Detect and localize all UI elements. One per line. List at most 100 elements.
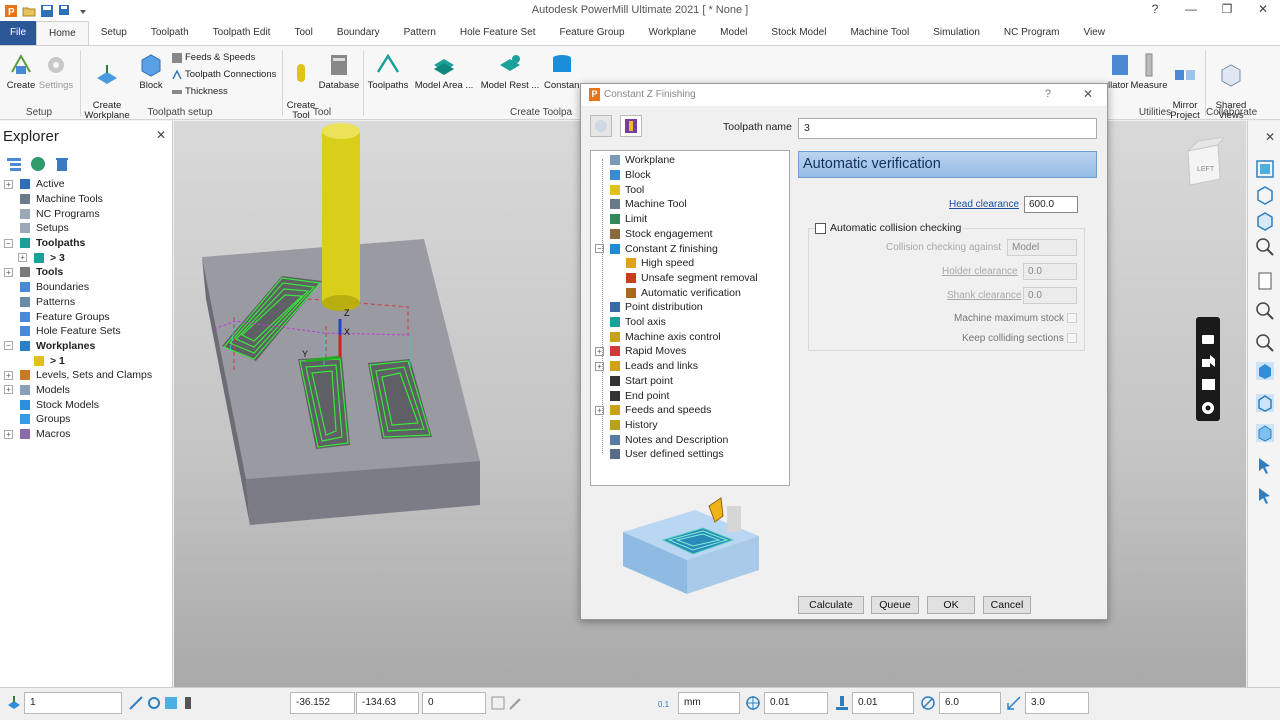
collator-button[interactable]: llator	[1108, 52, 1129, 91]
transparent-icon[interactable]	[1255, 423, 1275, 443]
dialog-page-item[interactable]: − Constant Z finishing	[595, 241, 718, 256]
auto-collision-checkbox[interactable]: Automatic collision checking	[815, 222, 965, 234]
settings-button[interactable]: Settings	[38, 52, 74, 91]
shank-clearance-input[interactable]: 0.0	[1023, 287, 1077, 304]
tab-model[interactable]: Model	[708, 21, 759, 45]
toolpath-name-input[interactable]: 3	[798, 118, 1097, 139]
dialog-page-item[interactable]: Tool axis	[609, 315, 666, 330]
dialog-page-item[interactable]: + Rapid Moves	[595, 344, 686, 359]
snap-icon[interactable]	[128, 695, 144, 711]
model-rest-button[interactable]: Model Rest ...	[480, 52, 540, 91]
dialog-page-item[interactable]: Machine Tool	[609, 197, 687, 212]
ok-button[interactable]: OK	[927, 596, 975, 614]
explorer-item[interactable]: − Workplanes	[0, 339, 172, 354]
dialog-page-item[interactable]: Block	[609, 168, 651, 183]
diameter-input[interactable]: 6.0	[939, 692, 1001, 714]
expand-toggle-icon[interactable]: +	[4, 179, 13, 189]
explorer-item[interactable]: NC Programs	[0, 206, 172, 221]
close-window-button[interactable]: ✕	[1254, 2, 1272, 16]
toolpath-connections-button[interactable]: Toolpath Connections	[172, 69, 276, 80]
tab-toolpath-edit[interactable]: Toolpath Edit	[201, 21, 283, 45]
explorer-item[interactable]: Stock Models	[0, 397, 172, 412]
tab-machine-tool[interactable]: Machine Tool	[838, 21, 921, 45]
block-button[interactable]: Block	[136, 52, 166, 91]
tab-home[interactable]: Home	[36, 21, 89, 45]
tab-nc-program[interactable]: NC Program	[992, 21, 1072, 45]
dialog-page-item[interactable]: + Leads and links	[595, 359, 698, 374]
tab-feature-group[interactable]: Feature Group	[548, 21, 637, 45]
explorer-item[interactable]: > 1	[0, 353, 172, 368]
explorer-item[interactable]: Setups	[0, 221, 172, 236]
expand-toggle-icon[interactable]: +	[4, 370, 13, 380]
explorer-item[interactable]: + > 3	[0, 250, 172, 265]
tab-pattern[interactable]: Pattern	[392, 21, 448, 45]
head-clearance-link[interactable]: Head clearance	[949, 199, 1019, 210]
toolpaths-button[interactable]: Toolpaths	[366, 52, 410, 91]
holder-clearance-link[interactable]: Holder clearance	[942, 266, 1018, 277]
help-button[interactable]: ?	[1146, 2, 1164, 16]
explorer-item[interactable]: + Models	[0, 383, 172, 398]
calculate-button[interactable]: Calculate	[798, 596, 864, 614]
database-button[interactable]: Database	[318, 52, 360, 91]
explorer-item[interactable]: Patterns	[0, 295, 172, 310]
file-refresh-icon[interactable]	[1255, 271, 1275, 291]
dialog-page-item[interactable]: High speed	[625, 256, 694, 271]
expand-toggle-icon[interactable]: −	[4, 341, 13, 351]
stepdown-input[interactable]: 3.0	[1025, 692, 1089, 714]
holder-clearance-input[interactable]: 0.0	[1023, 263, 1077, 280]
tree-view-icon[interactable]	[6, 156, 22, 172]
dialog-help-button[interactable]: ?	[1045, 88, 1051, 100]
select-rotate-icon[interactable]	[1255, 485, 1275, 505]
tab-stock-model[interactable]: Stock Model	[759, 21, 838, 45]
queue-button[interactable]: Queue	[871, 596, 919, 614]
explorer-close-button[interactable]: ✕	[156, 128, 166, 142]
customize-qat-icon[interactable]	[76, 4, 90, 18]
dialog-close-button[interactable]: ✕	[1083, 87, 1093, 101]
pencil-icon[interactable]	[508, 695, 524, 711]
cancel-button[interactable]: Cancel	[983, 596, 1031, 614]
dialog-page-item[interactable]: + Feeds and speeds	[595, 403, 711, 418]
tab-view[interactable]: View	[1071, 21, 1117, 45]
shank-clearance-link[interactable]: Shank clearance	[947, 290, 1022, 301]
dialog-page-item[interactable]: Workplane	[609, 153, 675, 168]
dialog-page-item[interactable]: History	[609, 418, 658, 433]
expand-toggle-icon[interactable]: +	[4, 267, 13, 277]
explorer-item[interactable]: + Active	[0, 177, 172, 192]
explorer-item[interactable]: + Macros	[0, 427, 172, 442]
wireframe-icon[interactable]	[1255, 393, 1275, 413]
view-close-button[interactable]: ✕	[1265, 130, 1275, 144]
dialog-page-item[interactable]: Unsafe segment removal	[625, 271, 758, 286]
machine-max-stock-checkbox[interactable]	[1067, 313, 1077, 323]
minimize-button[interactable]: —	[1182, 2, 1200, 16]
explorer-item[interactable]: + Levels, Sets and Clamps	[0, 368, 172, 383]
shaded-icon[interactable]	[1255, 361, 1275, 381]
measure-button[interactable]: Measure	[1130, 52, 1168, 91]
select-icon[interactable]	[1255, 455, 1275, 475]
expand-toggle-icon[interactable]: +	[4, 429, 13, 439]
thickness-button[interactable]: Thickness	[172, 86, 228, 97]
save-icon[interactable]	[40, 4, 54, 18]
tab-boundary[interactable]: Boundary	[325, 21, 392, 45]
explorer-item[interactable]: Boundaries	[0, 280, 172, 295]
dialog-page-item[interactable]: User defined settings	[609, 447, 724, 462]
zoom-box-icon[interactable]	[1255, 301, 1275, 321]
constant-z-button[interactable]: Constan	[544, 52, 580, 91]
dialog-page-item[interactable]: Start point	[609, 374, 673, 389]
dialog-page-item[interactable]: Stock engagement	[609, 227, 713, 242]
explorer-item[interactable]: Groups	[0, 412, 172, 427]
tool-select-button[interactable]	[620, 115, 642, 137]
explorer-item[interactable]: − Toolpaths	[0, 236, 172, 251]
tolerance-input[interactable]: 0.01	[764, 692, 828, 714]
model-area-button[interactable]: Model Area ...	[414, 52, 474, 91]
save-as-icon[interactable]	[58, 4, 72, 18]
align-icon[interactable]	[146, 695, 162, 711]
create-button[interactable]: Create	[6, 52, 36, 91]
tab-tool[interactable]: Tool	[282, 21, 324, 45]
app-logo-icon[interactable]: P	[4, 4, 18, 18]
expand-toggle-icon[interactable]: +	[4, 385, 13, 395]
tab-hole-feature-set[interactable]: Hole Feature Set	[448, 21, 548, 45]
zoom-icon[interactable]	[1255, 237, 1275, 257]
view-front-icon[interactable]	[1255, 185, 1275, 205]
workplane-select[interactable]: 1	[24, 692, 122, 714]
explorer-item[interactable]: Feature Groups	[0, 309, 172, 324]
